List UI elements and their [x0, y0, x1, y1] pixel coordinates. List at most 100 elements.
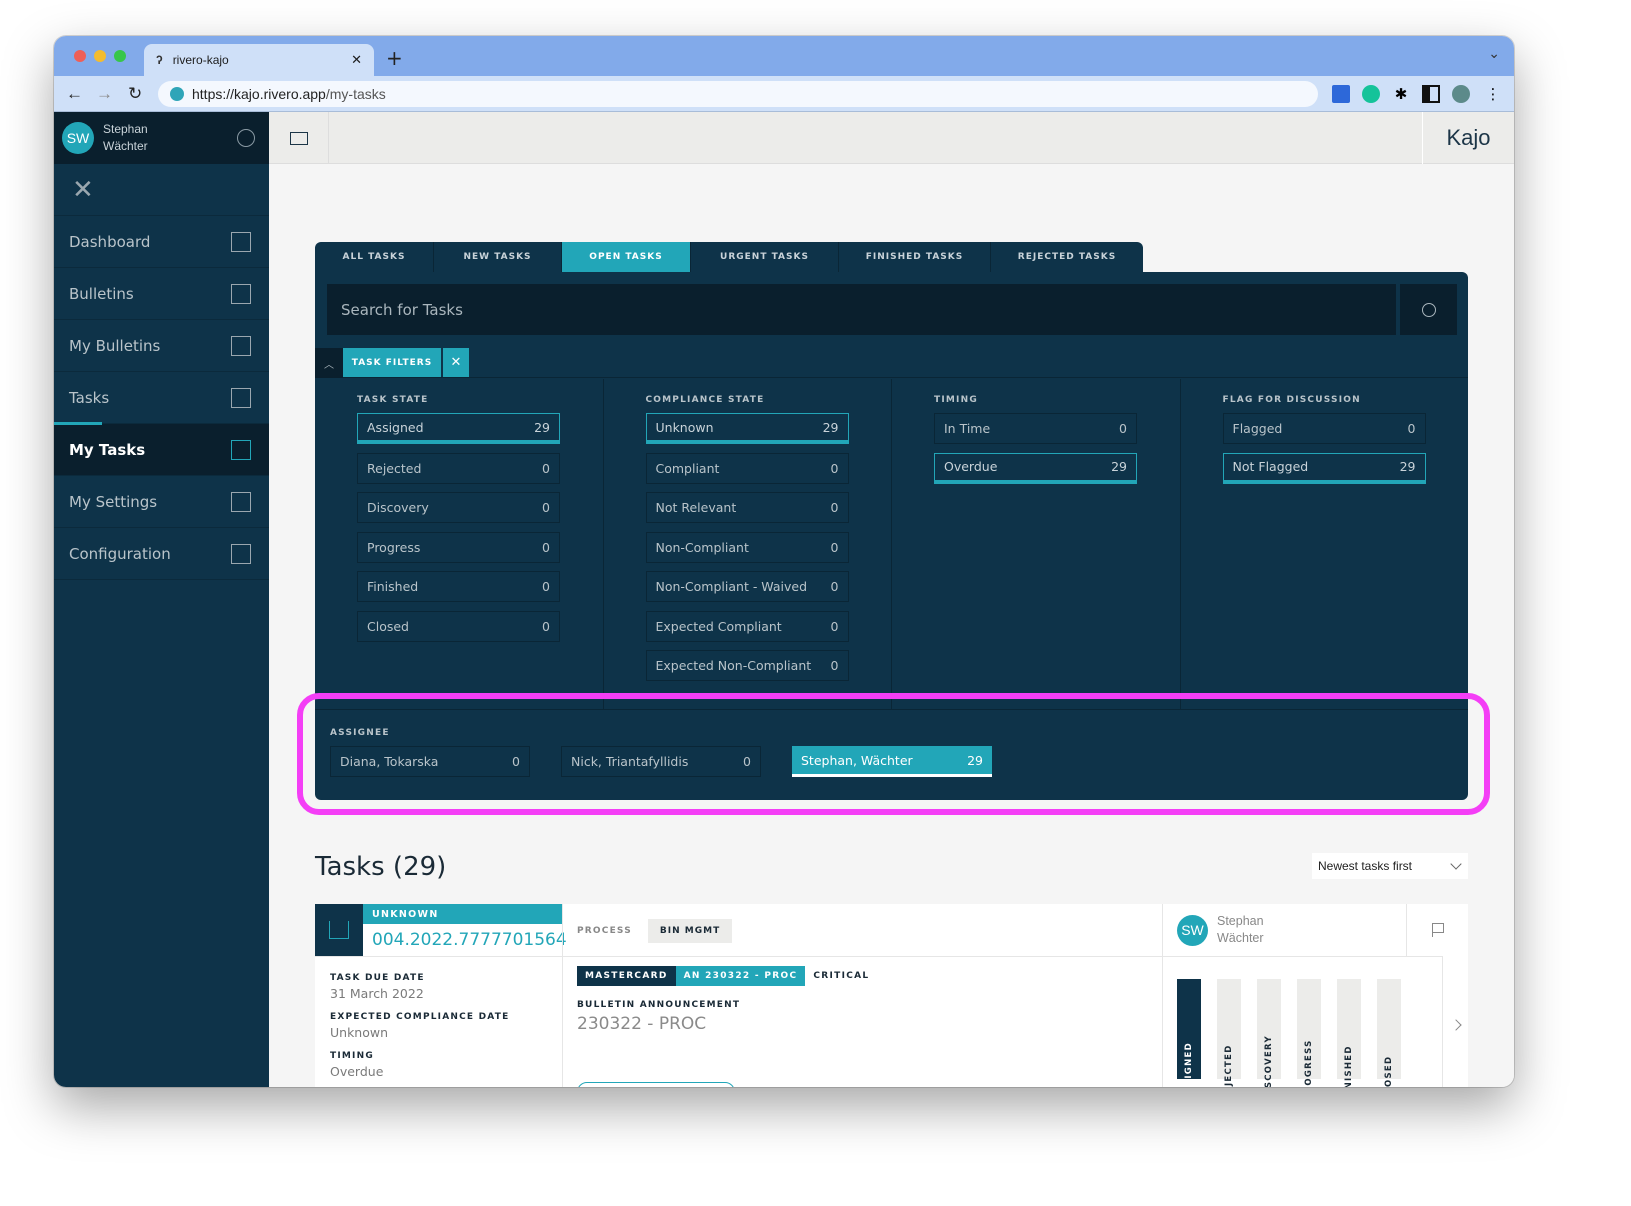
task-filters-chip[interactable]: TASK FILTERS — [343, 348, 441, 377]
sort-select[interactable]: Newest tasks first — [1312, 853, 1468, 879]
step-progress[interactable]: PROGRESS — [1297, 979, 1321, 1087]
filter-label: Non-Compliant - Waived — [655, 579, 808, 594]
address-bar[interactable]: https://kajo.rivero.app/my-tasks — [158, 81, 1318, 107]
task-tabs: ALL TASKS NEW TASKS OPEN TASKS URGENT TA… — [315, 242, 1143, 272]
bitwarden-extension-icon[interactable] — [1332, 85, 1350, 103]
chevron-down-icon — [1450, 858, 1462, 870]
tab-rejected-tasks[interactable]: REJECTED TASKS — [991, 242, 1143, 272]
process-row: PROCESS BIN MGMT — [577, 919, 733, 943]
filter-count: 0 — [1119, 421, 1127, 436]
filter-expected-compliant[interactable]: Expected Compliant 0 — [645, 610, 849, 642]
filter-rejected[interactable]: Rejected 0 — [357, 452, 560, 484]
filter-count: 29 — [822, 419, 839, 435]
extensions-icon[interactable]: ✱ — [1392, 85, 1410, 103]
tab-all-tasks[interactable]: ALL TASKS — [315, 242, 434, 272]
step-finished[interactable]: FINISHED — [1337, 979, 1361, 1087]
filter-label: Stephan, Wächter — [801, 752, 913, 768]
step-discovery[interactable]: DISCOVERY — [1257, 979, 1281, 1087]
search-button[interactable] — [1400, 284, 1457, 335]
grammarly-extension-icon[interactable] — [1362, 85, 1380, 103]
filter-assignee-nick[interactable]: Nick, Triantafyllidis 0 — [561, 746, 761, 777]
filter-non-compliant-waived[interactable]: Non-Compliant - Waived 0 — [645, 571, 849, 602]
tasks-icon — [231, 387, 251, 408]
user-name: Stephan Wächter — [103, 121, 148, 155]
filter-count: 0 — [542, 460, 550, 476]
step-rejected[interactable]: REJECTED — [1217, 979, 1241, 1087]
tab-urgent-tasks[interactable]: URGENT TASKS — [691, 242, 839, 272]
close-window-button[interactable] — [74, 50, 86, 62]
filter-label: Expected Non-Compliant — [655, 658, 812, 673]
flag-button[interactable] — [1407, 904, 1468, 956]
next-button[interactable] — [1442, 956, 1468, 1087]
filter-flagged[interactable]: Flagged 0 — [1222, 413, 1426, 444]
filter-in-time[interactable]: In Time 0 — [934, 413, 1137, 444]
filter-finished[interactable]: Finished 0 — [357, 571, 560, 602]
sidebar-item-my-settings[interactable]: My Settings — [54, 476, 269, 528]
filter-assignee-stephan[interactable]: Stephan, Wächter 29 — [792, 746, 992, 777]
filter-not-relevant[interactable]: Not Relevant 0 — [645, 492, 849, 523]
filter-expected-non-compliant[interactable]: Expected Non-Compliant 0 — [645, 650, 849, 681]
timing-value: Overdue — [330, 1064, 384, 1079]
tab-search-icon[interactable]: ⌄ — [1488, 46, 1500, 62]
logout-icon[interactable] — [237, 129, 255, 147]
clear-filters-icon[interactable]: ✕ — [443, 348, 469, 377]
site-icon — [170, 87, 184, 101]
filter-unknown[interactable]: Unknown 29 — [645, 413, 849, 444]
step-closed[interactable]: CLOSED — [1377, 979, 1401, 1087]
messages-button[interactable] — [269, 112, 329, 164]
tab-finished-tasks[interactable]: FINISHED TASKS — [839, 242, 991, 272]
filter-closed[interactable]: Closed 0 — [357, 610, 560, 642]
reload-button[interactable]: ↻ — [128, 84, 142, 104]
filter-not-flagged[interactable]: Not Flagged 29 — [1222, 452, 1426, 484]
close-sidebar-icon[interactable]: ✕ — [54, 164, 269, 216]
sidebar-item-my-tasks[interactable]: My Tasks — [54, 422, 269, 476]
expected-compliance-value: Unknown — [330, 1025, 389, 1040]
sidebar-item-my-bulletins[interactable]: My Bulletins — [54, 320, 269, 372]
assignee-name: Stephan Wächter — [1217, 913, 1264, 947]
task-assignee: SW Stephan Wächter — [1162, 904, 1407, 956]
filter-discovery[interactable]: Discovery 0 — [357, 492, 560, 523]
sidebar-item-label: Configuration — [69, 544, 171, 563]
search-input[interactable]: Search for Tasks — [327, 284, 1396, 335]
avatar[interactable]: SW — [62, 122, 94, 154]
column-heading: ASSIGNEE — [330, 728, 390, 738]
user-first-name: Stephan — [103, 122, 148, 136]
sidepanel-icon[interactable] — [1422, 85, 1440, 103]
filter-label: Unknown — [655, 419, 714, 435]
tab-new-tasks[interactable]: NEW TASKS — [434, 242, 562, 272]
filter-non-compliant[interactable]: Non-Compliant 0 — [645, 531, 849, 563]
compliance-state-column: COMPLIANCE STATE Unknown 29 Compliant 0 No… — [604, 379, 892, 709]
filter-panel: Search for Tasks ︿ TASK FILTERS ✕ TASK S… — [315, 272, 1468, 800]
forward-button[interactable]: → — [96, 84, 113, 104]
task-id-link[interactable]: 004.2022.7777701564 — [372, 930, 567, 950]
filter-compliant[interactable]: Compliant 0 — [645, 452, 849, 484]
tab-open-tasks[interactable]: OPEN TASKS — [562, 242, 691, 272]
minimize-window-button[interactable] — [94, 50, 106, 62]
maximize-window-button[interactable] — [114, 50, 126, 62]
sidebar-item-label: Tasks — [69, 388, 110, 407]
sidebar-item-dashboard[interactable]: Dashboard — [54, 216, 269, 268]
bulletin-label: BULLETIN ANNOUNCEMENT — [577, 1000, 741, 1010]
browser-tab[interactable]: ʔ rivero-kajo ✕ — [144, 44, 374, 76]
sidebar-item-tasks[interactable]: Tasks — [54, 372, 269, 424]
task-action-button[interactable] — [577, 1082, 735, 1087]
back-button[interactable]: ← — [66, 84, 83, 104]
new-tab-button[interactable]: + — [386, 46, 403, 70]
profile-avatar[interactable] — [1452, 85, 1470, 103]
filter-assigned[interactable]: Assigned 29 — [357, 413, 560, 444]
filter-progress[interactable]: Progress 0 — [357, 531, 560, 563]
collapse-filters-icon[interactable]: ︿ — [315, 348, 343, 378]
step-assigned[interactable]: ASSIGNED — [1177, 979, 1201, 1087]
filter-count: 0 — [542, 539, 550, 555]
sidebar-item-bulletins[interactable]: Bulletins — [54, 268, 269, 320]
close-tab-icon[interactable]: ✕ — [351, 52, 362, 68]
tag-scheme: MASTERCARD — [577, 966, 676, 986]
sidebar-item-configuration[interactable]: Configuration — [54, 528, 269, 580]
filter-count: 29 — [967, 752, 983, 768]
filter-assignee-diana[interactable]: Diana, Tokarska 0 — [330, 746, 530, 777]
browser-menu-icon[interactable]: ⋮ — [1484, 85, 1502, 103]
assignee-row: Diana, Tokarska 0 Nick, Triantafyllidis 0 … — [330, 746, 1468, 777]
browser-tabbar: ʔ rivero-kajo ✕ + ⌄ — [54, 36, 1514, 76]
filter-overdue[interactable]: Overdue 29 — [934, 452, 1137, 484]
task-card[interactable]: UNKNOWN 004.2022.7777701564 TASK DUE DAT… — [315, 904, 1468, 1087]
